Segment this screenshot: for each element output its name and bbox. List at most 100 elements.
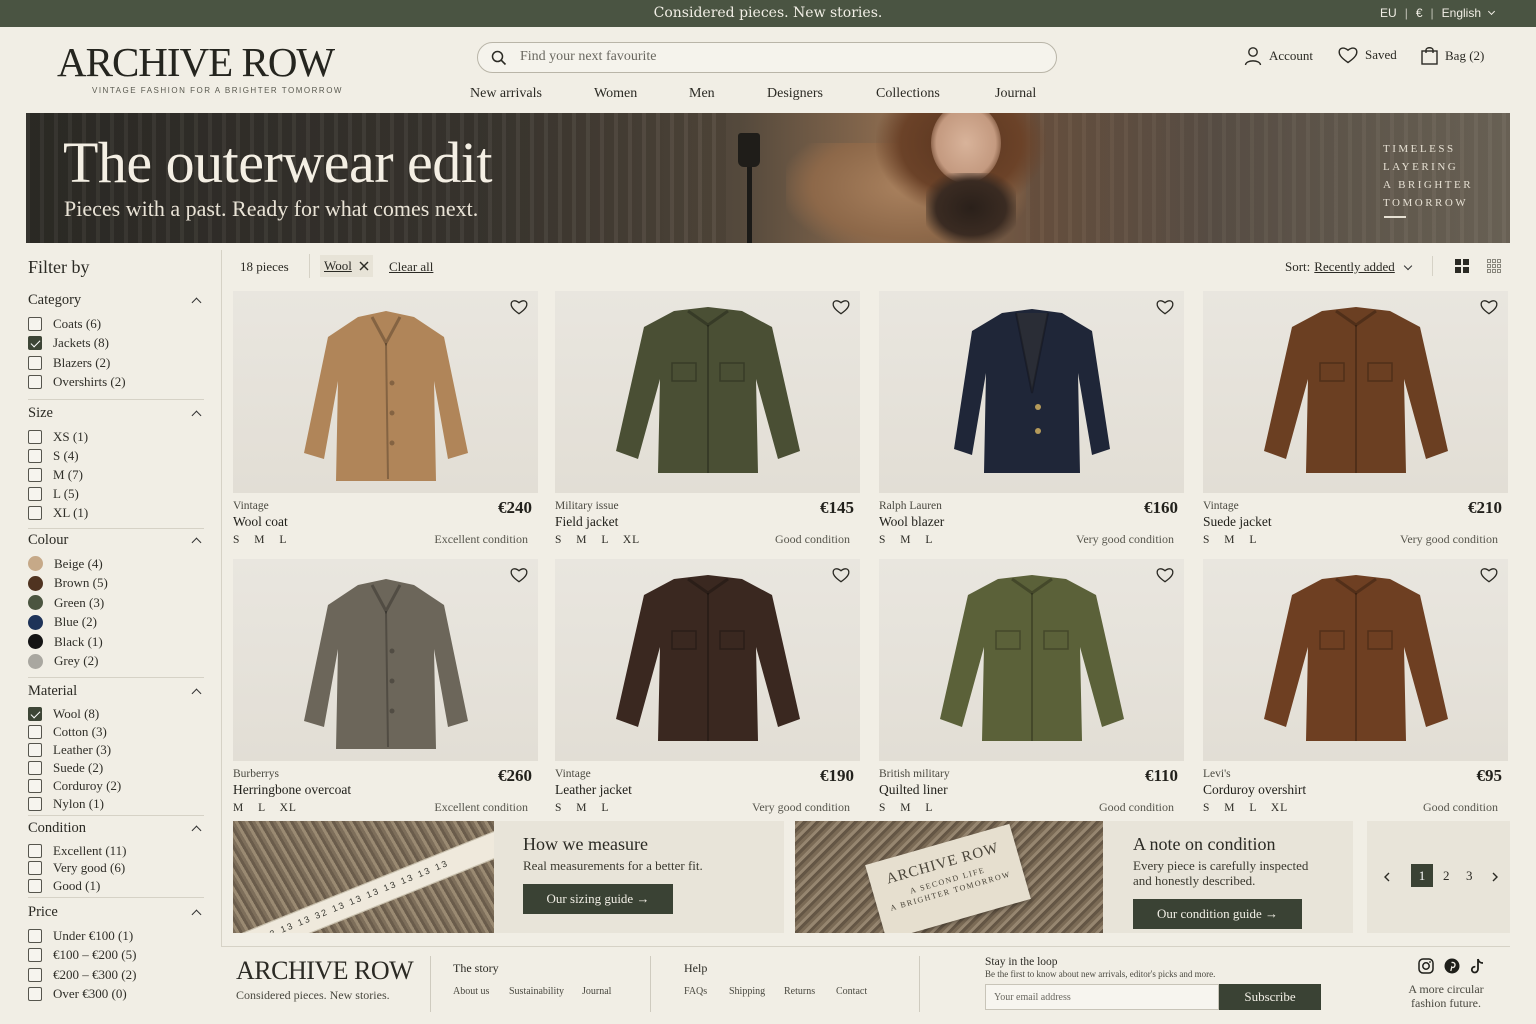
product-image[interactable] — [555, 291, 860, 493]
grid-view-small-icon[interactable] — [1487, 259, 1501, 273]
filter-option[interactable]: XL (1) — [28, 503, 204, 522]
product-card[interactable]: Vintage Wool coat €240 S M L Excellent c… — [233, 291, 538, 556]
email-field[interactable] — [985, 984, 1219, 1010]
heart-icon[interactable] — [510, 567, 528, 583]
checkbox[interactable] — [28, 725, 42, 739]
chevron-up-icon[interactable] — [191, 825, 202, 836]
filter-option[interactable]: XS (1) — [28, 427, 204, 446]
product-image[interactable] — [233, 291, 538, 493]
filter-option[interactable]: Coats (6) — [28, 314, 204, 334]
filter-option[interactable]: Overshirts (2) — [28, 373, 204, 393]
product-name[interactable]: Field jacket — [555, 514, 618, 530]
heart-icon[interactable] — [832, 567, 850, 583]
chevron-up-icon[interactable] — [191, 688, 202, 699]
logo[interactable]: ARCHIVE ROW — [57, 38, 335, 86]
currency[interactable]: € — [1416, 6, 1423, 20]
filter-option[interactable]: L (5) — [28, 484, 204, 503]
filter-category-header[interactable]: Category — [28, 292, 204, 314]
product-card[interactable]: Ralph Lauren Wool blazer €160 S M L Very… — [879, 291, 1184, 556]
filter-option[interactable]: Cotton (3) — [28, 723, 204, 741]
grid-view-large-icon[interactable] — [1455, 259, 1469, 273]
checkbox[interactable] — [28, 987, 42, 1002]
tiktok-icon[interactable] — [1470, 958, 1485, 974]
locale-selector[interactable]: EU | € | English — [1380, 6, 1496, 20]
account-link[interactable]: Account — [1244, 46, 1313, 66]
filter-option[interactable]: Wool (8) — [28, 705, 204, 723]
nav-designers[interactable]: Designers — [767, 86, 823, 102]
product-name[interactable]: Corduroy overshirt — [1203, 782, 1306, 798]
filter-size-header[interactable]: Size — [28, 405, 204, 427]
filter-option[interactable]: Black (1) — [28, 632, 204, 652]
checkbox[interactable] — [28, 948, 42, 963]
filter-condition-header[interactable]: Condition — [28, 820, 204, 842]
checkbox[interactable] — [28, 336, 42, 351]
product-image[interactable] — [233, 559, 538, 761]
product-name[interactable]: Herringbone overcoat — [233, 782, 351, 798]
page-1[interactable]: 1 — [1411, 864, 1433, 887]
hero-banner[interactable]: The outerwear edit Pieces with a past. R… — [26, 113, 1510, 243]
product-image[interactable] — [1203, 291, 1508, 493]
active-filter-chip[interactable]: Wool — [320, 255, 373, 277]
condition-guide-button[interactable]: Our condition guide → — [1133, 899, 1302, 929]
clear-all-link[interactable]: Clear all — [389, 259, 433, 275]
filter-option[interactable]: M (7) — [28, 465, 204, 484]
filter-option[interactable]: Beige (4) — [28, 554, 204, 574]
filter-option[interactable]: Very good (6) — [28, 860, 204, 878]
colour-swatch[interactable] — [28, 634, 43, 650]
product-card[interactable]: Burberrys Herringbone overcoat €260 M L … — [233, 559, 538, 824]
filter-option[interactable]: Jackets (8) — [28, 334, 204, 354]
colour-swatch[interactable] — [28, 653, 43, 669]
filter-option[interactable]: Leather (3) — [28, 741, 204, 759]
filter-option[interactable]: Grey (2) — [28, 652, 204, 672]
footer-link-faqs[interactable]: FAQs — [684, 986, 707, 997]
checkbox[interactable] — [28, 486, 42, 501]
filter-material-header[interactable]: Material — [28, 683, 204, 705]
checkbox[interactable] — [28, 355, 42, 370]
chevron-down-icon[interactable] — [1487, 7, 1496, 16]
checkbox[interactable] — [28, 843, 42, 858]
filter-option[interactable]: Over €300 (0) — [28, 985, 204, 1005]
checkbox[interactable] — [28, 779, 42, 793]
heart-icon[interactable] — [1480, 567, 1498, 583]
filter-option[interactable]: Green (3) — [28, 593, 204, 613]
chevron-right-icon[interactable] — [1491, 872, 1499, 882]
checkbox[interactable] — [28, 967, 42, 982]
filter-option[interactable]: Good (1) — [28, 877, 204, 895]
heart-icon[interactable] — [1156, 567, 1174, 583]
subscribe-button[interactable]: Subscribe — [1219, 984, 1321, 1010]
chevron-up-icon[interactable] — [191, 909, 202, 920]
checkbox[interactable] — [28, 467, 42, 482]
search-bar[interactable] — [477, 42, 1057, 73]
footer-link-sustainability[interactable]: Sustainability — [509, 986, 564, 997]
colour-swatch[interactable] — [28, 575, 43, 591]
nav-women[interactable]: Women — [594, 86, 637, 102]
product-card[interactable]: Military issue Field jacket €145 S M L X… — [555, 291, 860, 556]
heart-icon[interactable] — [1480, 299, 1498, 315]
filter-option[interactable]: €200 – €300 (2) — [28, 965, 204, 985]
filter-option[interactable]: Blazers (2) — [28, 353, 204, 373]
product-card[interactable]: British military Quilted liner €110 S M … — [879, 559, 1184, 824]
sizing-guide-button[interactable]: Our sizing guide → — [523, 884, 673, 914]
filter-option[interactable]: Corduroy (2) — [28, 777, 204, 795]
sort-value[interactable]: Recently added — [1314, 259, 1395, 275]
filter-option[interactable]: Nylon (1) — [28, 795, 204, 813]
product-card[interactable]: Levi's Corduroy overshirt €95 S M L XL G… — [1203, 559, 1508, 824]
checkbox[interactable] — [28, 707, 42, 721]
checkbox[interactable] — [28, 743, 42, 757]
search-input[interactable] — [520, 49, 1020, 65]
product-name[interactable]: Wool coat — [233, 514, 288, 530]
checkbox[interactable] — [28, 761, 42, 775]
product-name[interactable]: Leather jacket — [555, 782, 632, 798]
filter-option[interactable]: Brown (5) — [28, 574, 204, 594]
product-name[interactable]: Suede jacket — [1203, 514, 1272, 530]
filter-option[interactable]: Under €100 (1) — [28, 926, 204, 946]
pinterest-icon[interactable] — [1444, 958, 1460, 974]
language[interactable]: English — [1442, 6, 1481, 20]
checkbox[interactable] — [28, 878, 42, 893]
product-image[interactable] — [555, 559, 860, 761]
checkbox[interactable] — [28, 375, 42, 390]
checkbox[interactable] — [28, 429, 42, 444]
region[interactable]: EU — [1380, 6, 1397, 20]
heart-icon[interactable] — [1156, 299, 1174, 315]
nav-men[interactable]: Men — [689, 86, 715, 102]
